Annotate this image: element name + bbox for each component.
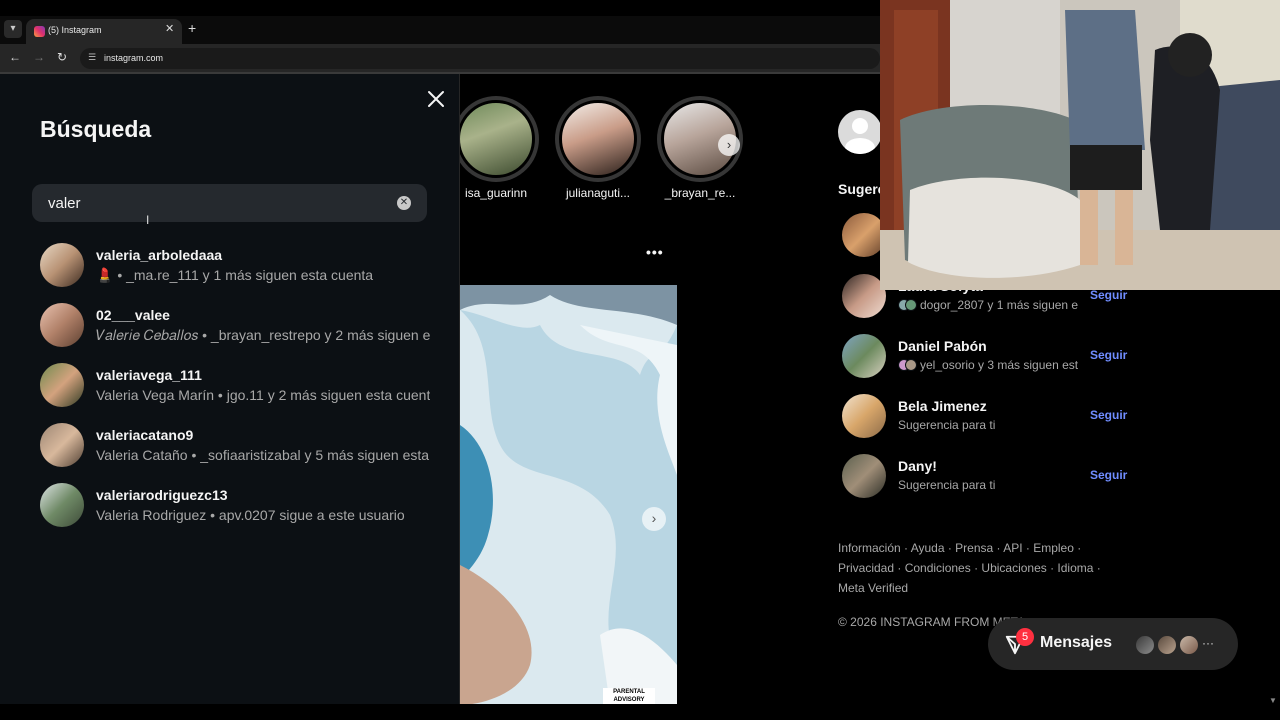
follow-button[interactable]: Seguir [1090,408,1127,422]
post-artwork [460,285,677,704]
message-avatar [1156,634,1178,656]
suggestion-subtitle: dogor_2807 y 1 más siguen e [898,298,1080,312]
browser-tab-instagram[interactable]: (5) Instagram ✕ [26,19,182,44]
post-more-options-icon[interactable]: ••• [646,244,664,260]
reload-icon[interactable]: ↻ [57,50,67,64]
message-avatar [1134,634,1156,656]
suggestion-item: Bela Jimenez Sugerencia para ti Seguir [842,394,1132,438]
post-image[interactable] [460,285,677,704]
search-result[interactable]: valeriacatano9 Valeria Cataño • _sofiaar… [40,423,430,467]
result-username: valeriacatano9 [96,427,194,443]
tab-search-button[interactable]: ▾ [4,20,22,38]
webcam-scene [880,0,1280,290]
result-subtitle: 𝑉𝑎𝑙𝑒𝑟𝑖𝑒 𝐶𝑒𝑏𝑎𝑙𝑙𝑜𝑠 • _brayan_restrepo y 2 … [96,327,430,343]
address-bar[interactable]: ☰ instagram.com [80,48,880,69]
messages-badge: 5 [1016,628,1034,646]
follow-button[interactable]: Seguir [1090,288,1127,302]
suggestion-avatar[interactable] [842,334,886,378]
result-subtitle: Valeria Vega Marín • jgo.11 y 2 más sigu… [96,387,430,403]
result-subtitle: Valeria Cataño • _sofiaaristizabal y 5 m… [96,447,430,463]
result-avatar [40,483,84,527]
instagram-favicon-icon [34,26,45,37]
result-username: 02___valee [96,307,170,323]
stories-next-button[interactable]: › [718,134,740,156]
clear-search-icon[interactable]: ✕ [397,196,411,210]
footer-links[interactable]: Información · Ayuda · Prensa · API · Emp… [838,538,1108,598]
messages-button[interactable]: 5 Mensajes ··· [988,618,1238,670]
suggestion-subtitle-text: yel_osorio y 3 más siguen est [920,358,1079,372]
forward-icon[interactable]: → [33,50,45,64]
search-input[interactable]: valer ✕ [32,184,427,222]
suggestion-name[interactable]: Bela Jimenez [898,398,987,414]
search-result[interactable]: valeria_arboledaaa 💄 • _ma.re_111 y 1 má… [40,243,430,287]
suggestion-avatar[interactable] [842,394,886,438]
site-info-icon[interactable]: ☰ [88,52,96,63]
result-username: valeria_arboledaaa [96,247,223,263]
tab-title: (5) Instagram [48,25,102,35]
suggestion-avatar[interactable] [842,454,886,498]
follow-button[interactable]: Seguir [1090,468,1127,482]
screen-bottom-bar [0,704,1280,720]
suggestion-item: Dany! Sugerencia para ti Seguir [842,454,1132,498]
suggestion-subtitle-text: dogor_2807 y 1 más siguen e [920,298,1079,312]
scrollbar-down-arrow[interactable]: ▼ [1269,696,1277,704]
suggestion-subtitle: Sugerencia para ti [898,478,996,492]
suggestion-subtitle: yel_osorio y 3 más siguen est [898,358,1080,372]
search-query: valer [48,195,81,212]
default-user-icon [845,118,875,154]
search-result[interactable]: valeriarodriguezc13 Valeria Rodriguez • … [40,483,430,527]
search-panel: Búsqueda valer ✕ I valeria_arboledaaa 💄 … [0,74,460,704]
webcam-overlay [880,0,1280,290]
result-avatar [40,303,84,347]
result-avatar [40,423,84,467]
story-username: _brayan_re... [664,186,736,200]
story-username: julianaguti... [565,186,631,200]
follow-button[interactable]: Seguir [1090,348,1127,362]
new-tab-button[interactable]: + [188,20,196,36]
messages-label: Mensajes [1040,634,1113,651]
browser-toolbar: ← → ↻ ☰ instagram.com [0,44,880,72]
suggestion-item: Daniel Pabón yel_osorio y 3 más siguen e… [842,334,1132,378]
result-avatar [40,243,84,287]
message-avatar [1178,634,1200,656]
search-result[interactable]: valeriavega_111 Valeria Vega Marín • jgo… [40,363,430,407]
story-avatar [457,100,535,178]
messages-more-icon[interactable]: ··· [1202,636,1214,650]
post-next-button[interactable]: › [642,507,666,531]
suggestion-name[interactable]: Dany! [898,458,937,474]
text-cursor-icon: I [146,213,150,227]
result-subtitle: 💄 • _ma.re_111 y 1 más siguen esta cuent… [96,267,374,283]
suggestions-title: Sugere [838,181,886,197]
screen-top-bar [0,0,880,16]
profile-avatar[interactable] [838,110,882,154]
result-username: valeriarodriguezc13 [96,487,228,503]
close-icon[interactable] [425,88,447,110]
result-avatar [40,363,84,407]
tab-close-icon[interactable]: ✕ [165,22,174,35]
search-result[interactable]: 02___valee 𝑉𝑎𝑙𝑒𝑟𝑖𝑒 𝐶𝑒𝑏𝑎𝑙𝑙𝑜𝑠 • _brayan_re… [40,303,430,347]
story-avatar [559,100,637,178]
suggestion-subtitle: Sugerencia para ti [898,418,996,432]
browser-tabstrip: ▾ (5) Instagram ✕ + [0,16,880,44]
search-title: Búsqueda [40,116,152,142]
story-item[interactable]: isa_guarinn [453,96,539,206]
result-subtitle: Valeria Rodriguez • apv.0207 sigue a est… [96,507,405,523]
result-username: valeriavega_111 [96,367,202,383]
story-item[interactable]: julianaguti... [555,96,641,206]
back-icon[interactable]: ← [9,50,21,64]
url-text: instagram.com [104,53,164,63]
suggestion-name[interactable]: Daniel Pabón [898,338,987,354]
parental-advisory-label: PARENTAL ADVISORY [603,688,655,704]
